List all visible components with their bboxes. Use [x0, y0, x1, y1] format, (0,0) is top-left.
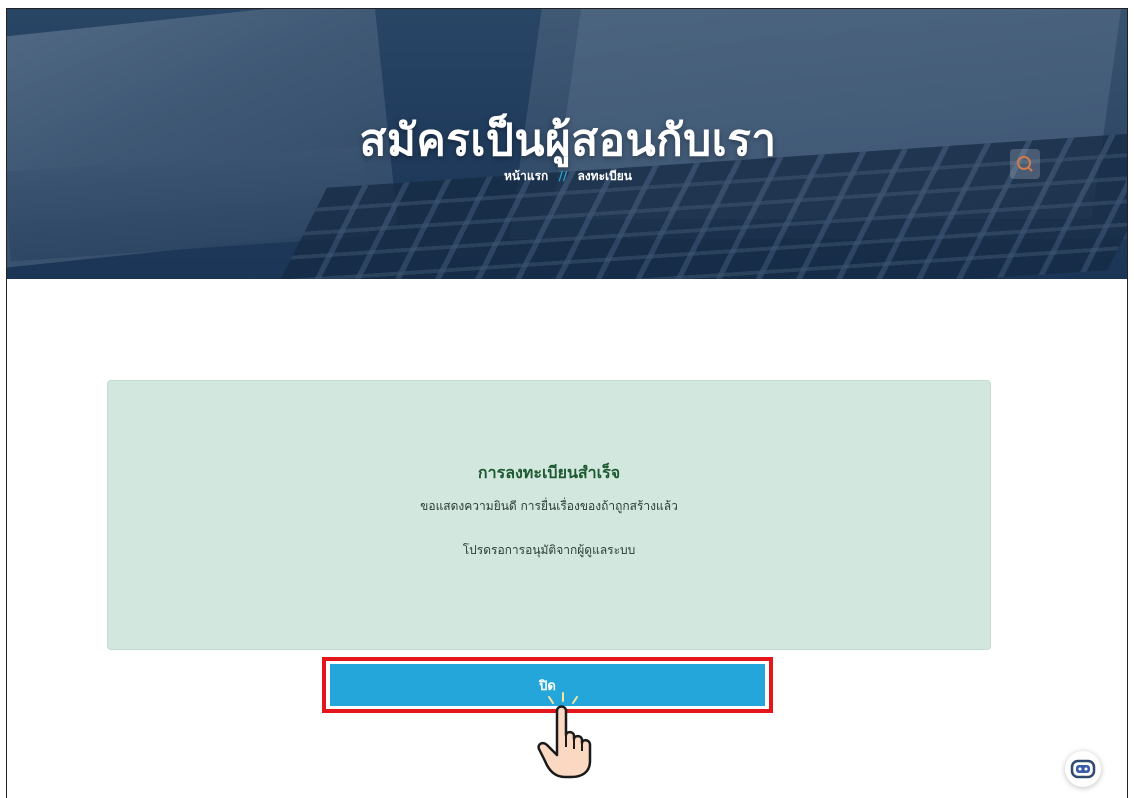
hero-banner: สมัครเป็นผู้สอนกับเรา หน้าแรก // ลงทะเบี… — [7, 9, 1127, 279]
page-frame: สมัครเป็นผู้สอนกับเรา หน้าแรก // ลงทะเบี… — [6, 8, 1128, 798]
alert-title: การลงทะเบียนสำเร็จ — [477, 463, 621, 482]
page-title: สมัครเป็นผู้สอนกับเรา — [359, 115, 777, 166]
breadcrumb: หน้าแรก // ลงทะเบียน — [7, 167, 1127, 186]
success-alert: การลงทะเบียนสำเร็จ ขอแสดงความยินดี การยื… — [107, 380, 991, 650]
breadcrumb-current: ลงทะเบียน — [577, 169, 632, 183]
chatbot-button[interactable] — [1065, 751, 1101, 787]
chatbot-icon — [1070, 759, 1096, 779]
alert-note: โปรดรอการอนุมัติจากผู้ดูแลระบบ — [462, 543, 636, 557]
hand-pointer-icon — [537, 692, 592, 779]
alert-message: ขอแสดงความยินดี การยื่นเรื่องของถ้าถูกสร… — [420, 499, 678, 513]
breadcrumb-separator: // — [558, 169, 568, 183]
breadcrumb-home-link[interactable]: หน้าแรก — [504, 169, 548, 183]
